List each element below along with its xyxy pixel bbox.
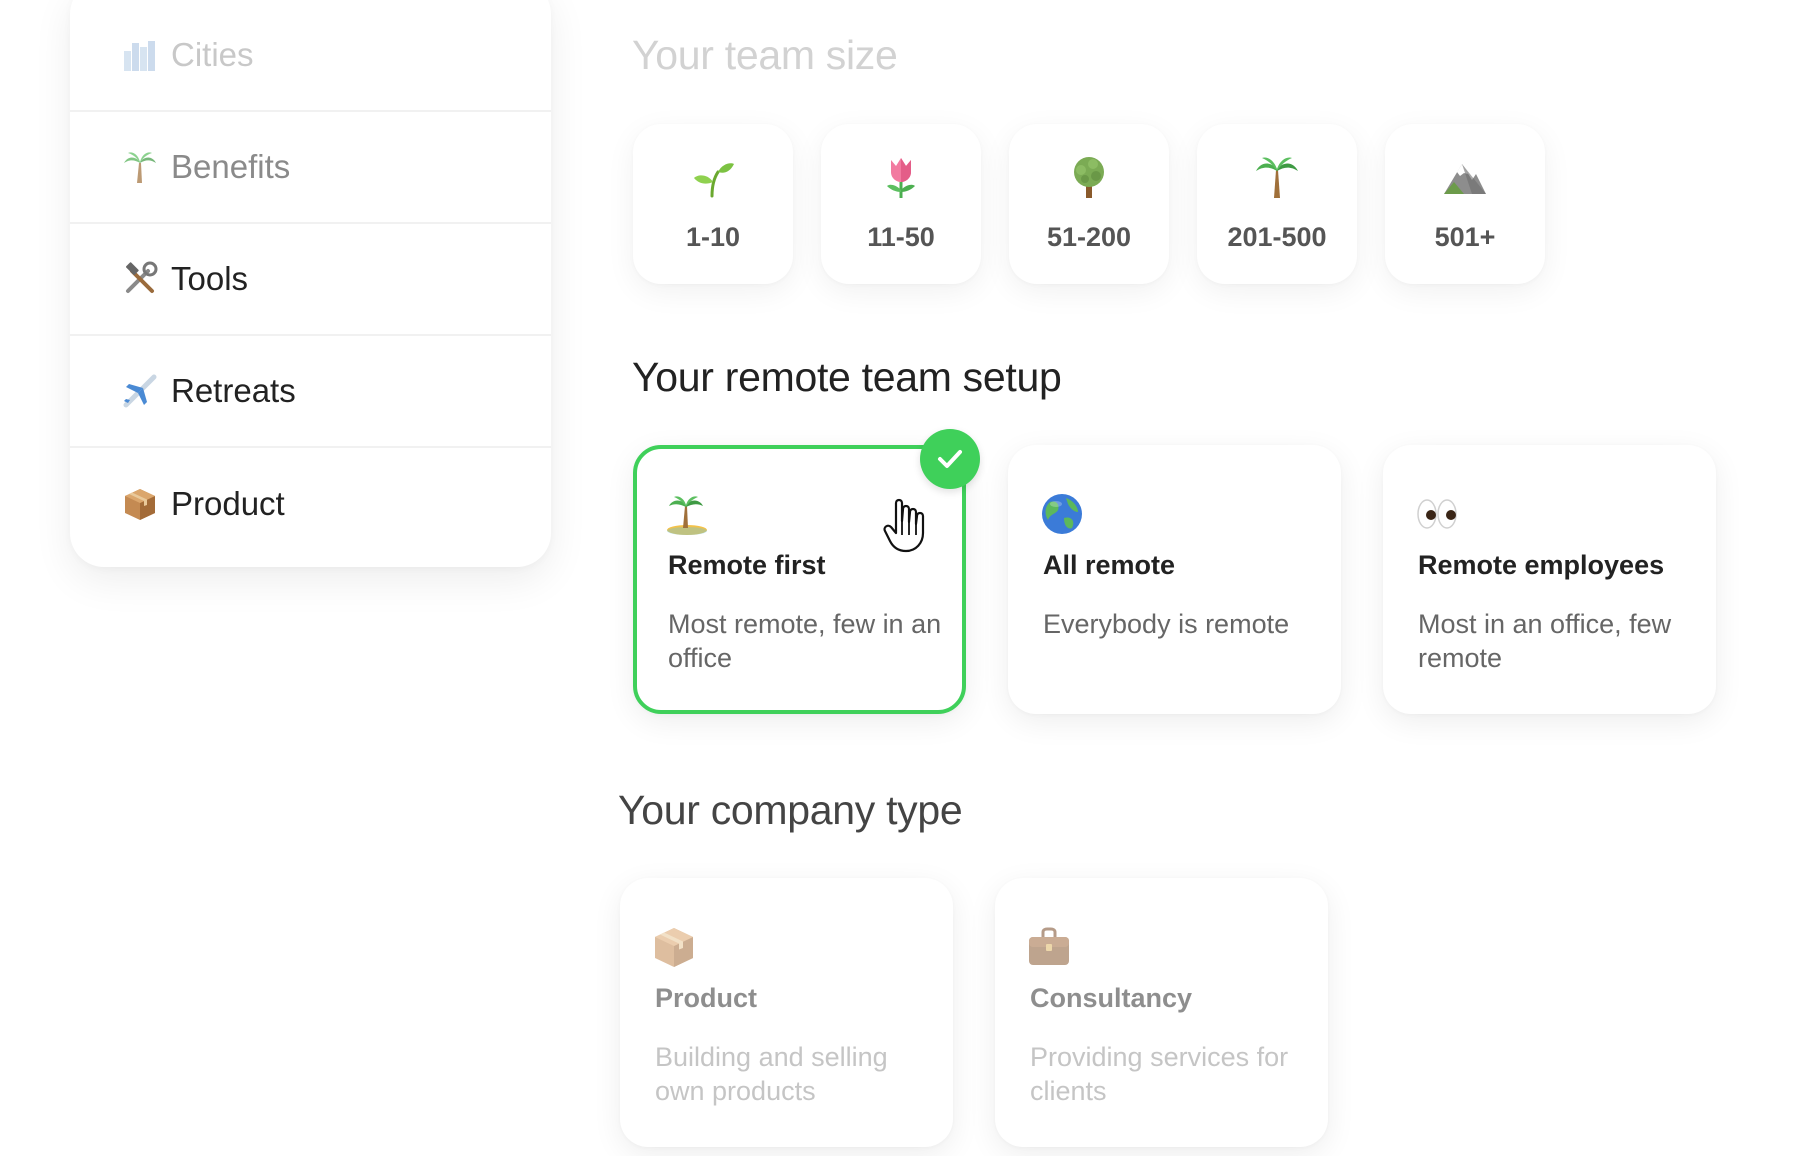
globe-icon — [1040, 492, 1084, 536]
card-description: Everybody is remote — [1043, 609, 1290, 639]
package-icon — [121, 485, 159, 523]
team-size-label: 11-50 — [867, 222, 935, 252]
package-icon — [652, 925, 696, 969]
sidebar-item-label: Benefits — [171, 148, 291, 185]
tulip-icon — [878, 154, 924, 200]
team-size-option-51-200[interactable]: 51-200 — [1009, 124, 1169, 284]
team-size-option-11-50[interactable]: 11-50 — [821, 124, 981, 284]
remote-setup-option-remote-employees[interactable]: Remote employees Most in an office, few … — [1383, 445, 1716, 714]
selected-checkmark-icon — [920, 429, 980, 489]
eyes-icon — [1415, 492, 1459, 536]
card-description: Most remote, few in an office — [668, 609, 942, 673]
mountain-icon — [1442, 154, 1488, 200]
sidebar-item-cities[interactable]: Cities — [70, 0, 551, 112]
card-description: Providing services for clients — [1030, 1042, 1289, 1106]
palm-tree-icon — [1254, 154, 1300, 200]
briefcase-icon — [1027, 925, 1071, 969]
card-title: All remote — [1043, 550, 1176, 580]
company-type-option-product[interactable]: Product Building and selling own product… — [620, 878, 953, 1147]
tree-icon — [1066, 154, 1112, 200]
company-type-option-consultancy[interactable]: Consultancy Providing services for clien… — [995, 878, 1328, 1147]
palm-tree-icon — [121, 148, 159, 186]
card-title: Product — [655, 983, 758, 1013]
sidebar-item-label: Tools — [171, 260, 249, 297]
team-size-option-1-10[interactable]: 1-10 — [633, 124, 793, 284]
team-size-label: 1-10 — [685, 222, 741, 252]
airplane-icon — [121, 372, 159, 410]
sidebar-item-label: Product — [171, 485, 285, 522]
card-title: Remote employees — [1418, 550, 1665, 580]
team-size-option-501-plus[interactable]: 501+ — [1385, 124, 1545, 284]
team-size-label: 201-500 — [1227, 222, 1327, 252]
desert-island-icon — [665, 492, 709, 536]
remote-setup-option-all-remote[interactable]: All remote Everybody is remote — [1008, 445, 1341, 714]
team-size-label: 51-200 — [1046, 222, 1132, 252]
team-size-label: 501+ — [1434, 222, 1496, 252]
sidebar-item-tools[interactable]: Tools — [70, 224, 551, 336]
sidebar-item-label: Retreats — [171, 372, 296, 409]
card-description: Building and selling own products — [655, 1042, 888, 1106]
cityscape-icon — [121, 36, 159, 74]
sidebar-item-benefits[interactable]: Benefits — [70, 112, 551, 224]
sidebar-item-product[interactable]: Product — [70, 448, 551, 560]
sidebar-menu: Cities Benefits Tools Retreats Product — [70, 0, 551, 567]
remote-setup-option-remote-first[interactable]: Remote first Most remote, few in an offi… — [633, 445, 966, 714]
team-size-title: Your team size — [632, 32, 898, 78]
card-title: Remote first — [668, 550, 826, 580]
card-description: Most in an office, few remote — [1418, 609, 1672, 673]
sidebar-item-label: Cities — [171, 36, 254, 73]
team-size-option-201-500[interactable]: 201-500 — [1197, 124, 1357, 284]
remote-setup-title: Your remote team setup — [632, 354, 1062, 400]
sidebar-item-retreats[interactable]: Retreats — [70, 336, 551, 448]
company-type-title: Your company type — [618, 787, 963, 833]
seedling-icon — [690, 154, 736, 200]
card-title: Consultancy — [1030, 983, 1193, 1013]
hammer-wrench-icon — [121, 260, 159, 298]
hand-cursor-icon — [883, 498, 925, 553]
